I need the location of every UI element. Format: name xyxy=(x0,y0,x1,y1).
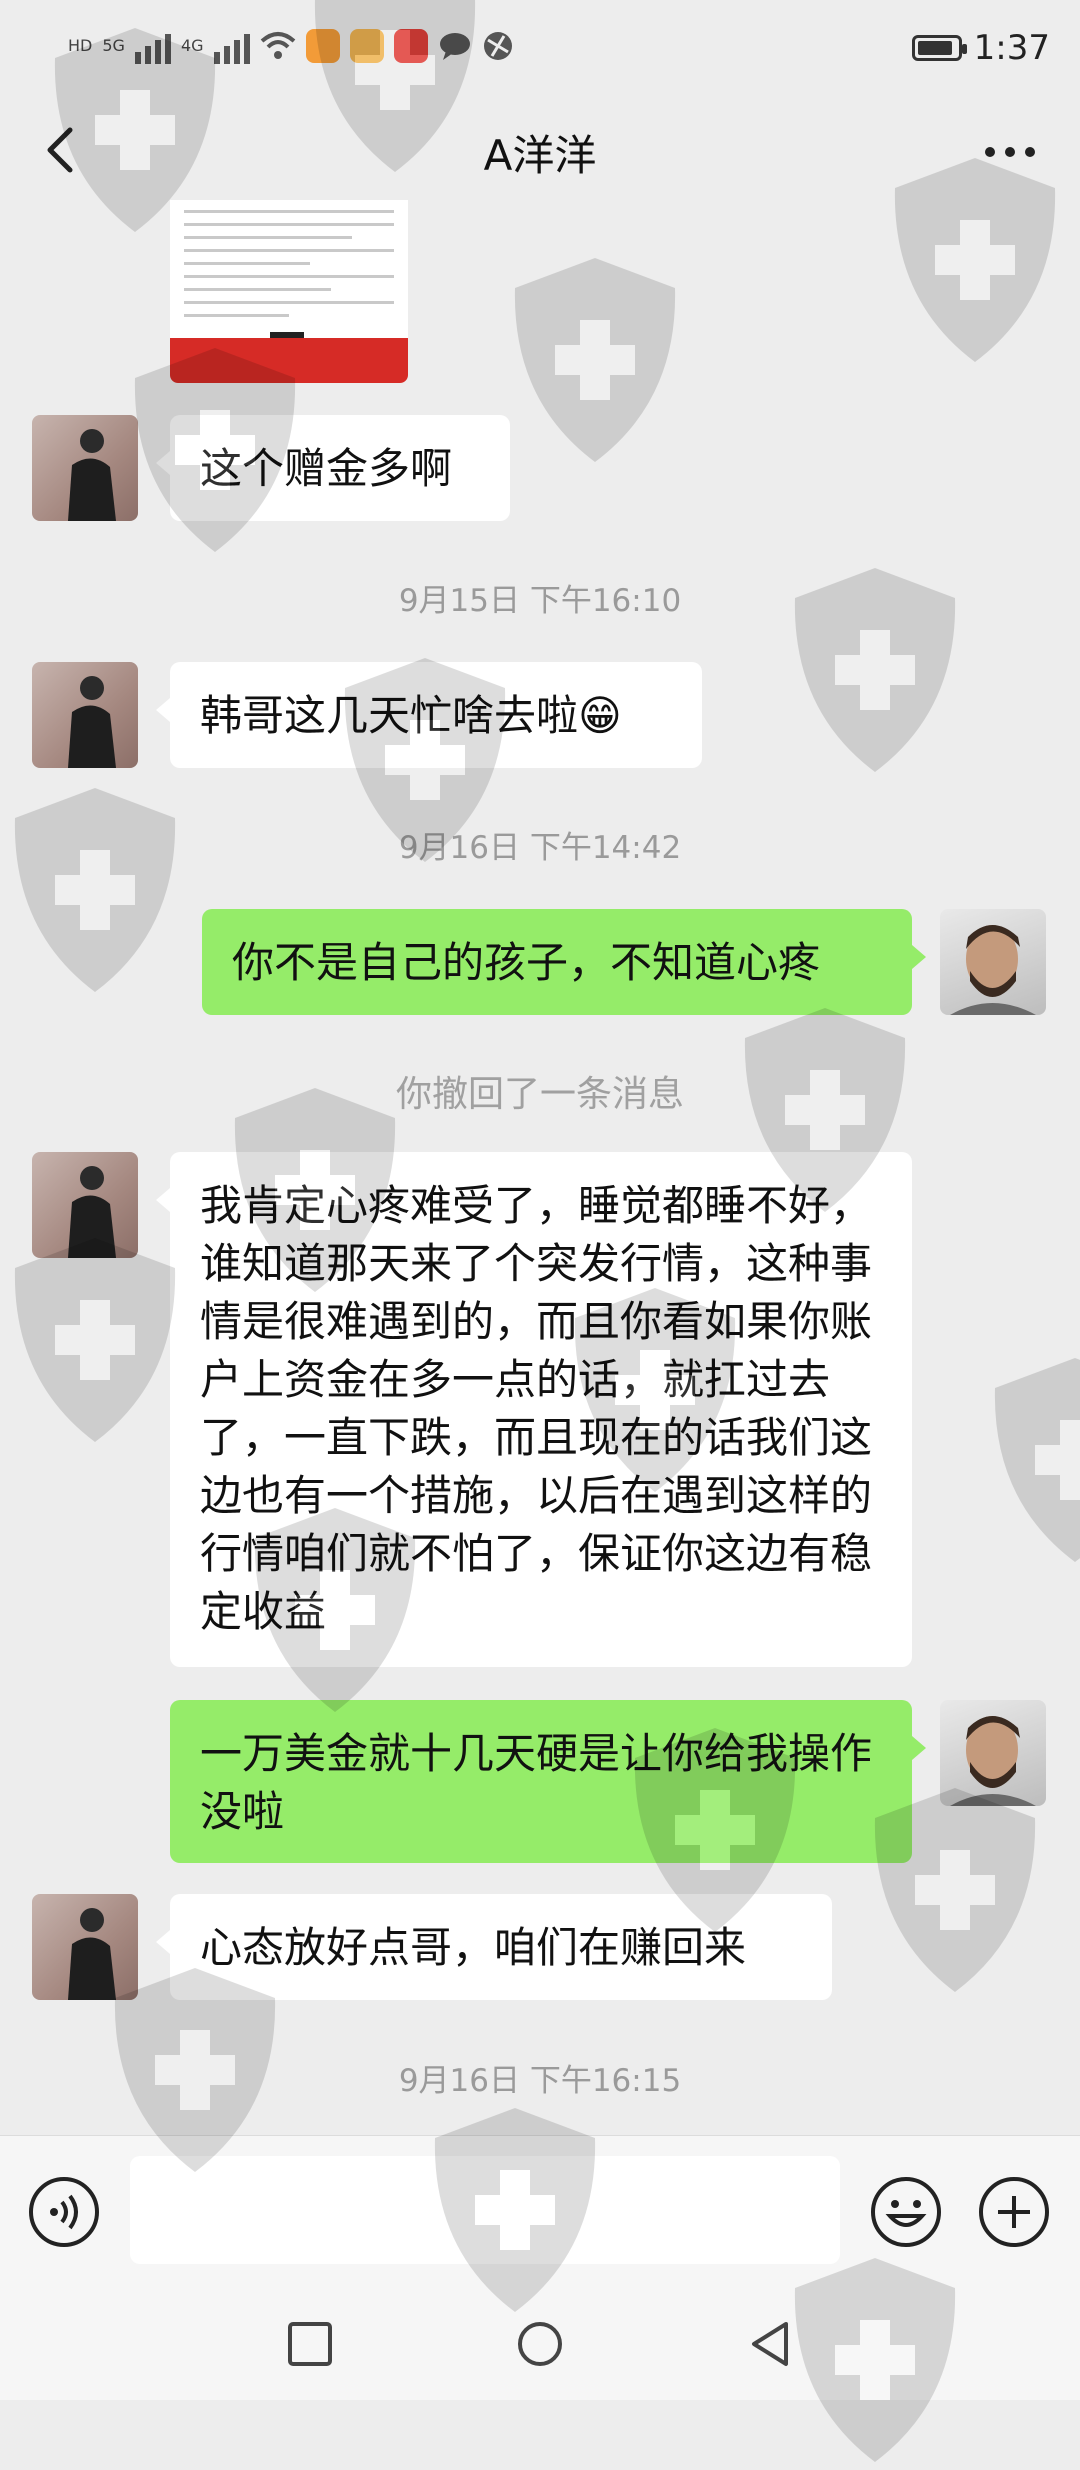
status-icons-right: 1:37 xyxy=(911,28,1050,68)
status-icons-left: HD 5G 4G xyxy=(68,28,514,64)
avatar-self[interactable] xyxy=(940,909,1046,1015)
chat-title: A洋洋 xyxy=(483,131,597,180)
home-circle-icon[interactable] xyxy=(516,2320,564,2368)
more-dots-icon[interactable] xyxy=(980,132,1040,172)
image-message[interactable] xyxy=(170,200,408,383)
clock: 1:37 xyxy=(973,28,1050,68)
app-notification-icon xyxy=(305,29,340,63)
avatar-self[interactable] xyxy=(940,1700,1046,1806)
signal-icon-2 xyxy=(213,28,250,64)
avatar-contact[interactable] xyxy=(32,1152,138,1258)
back-triangle-icon[interactable] xyxy=(746,2320,794,2368)
avatar-contact[interactable] xyxy=(32,1894,138,2000)
recalled-message-notice: 你撤回了一条消息 xyxy=(395,1074,684,1115)
status-bar: HD 5G 4G 1:37 xyxy=(0,0,1080,100)
app-notification-icon xyxy=(349,29,384,63)
message-bubble-incoming[interactable]: 我肯定心疼难受了，睡觉都睡不好，谁知道那天来了个突发行情，这种事情是很难遇到的，… xyxy=(156,1152,912,1667)
timestamp: 9月16日 下午16:15 xyxy=(398,2063,682,2099)
message-list[interactable]: 这个赠金多啊 9月15日 下午16:10 韩哥这几天忙啥去啦😁 9月16日 下午… xyxy=(0,200,1080,2135)
message-bubble-incoming[interactable]: 韩哥这几天忙啥去啦😁 xyxy=(156,662,702,768)
5g-label: 5G xyxy=(102,36,125,55)
battery-level xyxy=(917,41,952,55)
timestamp: 9月16日 下午14:42 xyxy=(398,830,682,866)
chat-bubble-icon xyxy=(439,33,470,60)
app-notification-icon xyxy=(393,29,428,63)
hd-label: HD xyxy=(68,36,93,55)
chat-header: A洋洋 xyxy=(0,100,1080,200)
emoji-icon[interactable] xyxy=(870,2176,942,2248)
message-bubble-incoming[interactable]: 这个赠金多啊 xyxy=(156,415,510,521)
avatar-contact[interactable] xyxy=(32,415,138,521)
voice-icon[interactable] xyxy=(28,2176,100,2248)
recents-square-icon[interactable] xyxy=(286,2320,334,2368)
4g-label: 4G xyxy=(180,36,204,55)
browser-icon xyxy=(483,32,512,60)
battery-icon xyxy=(911,35,967,61)
message-bubble-outgoing[interactable]: 一万美金就十几天硬是让你给我操作没啦 xyxy=(170,1700,926,1863)
signal-icon xyxy=(134,28,171,64)
message-bubble-incoming[interactable]: 心态放好点哥，咱们在赚回来 xyxy=(156,1894,832,2000)
message-input[interactable] xyxy=(130,2156,840,2264)
input-bar xyxy=(0,2135,1080,2291)
system-navigation-bar xyxy=(0,2290,1080,2400)
avatar-contact[interactable] xyxy=(32,662,138,768)
wifi-icon xyxy=(260,32,295,59)
timestamp: 9月15日 下午16:10 xyxy=(398,583,682,619)
plus-icon[interactable] xyxy=(978,2176,1050,2248)
message-bubble-outgoing[interactable]: 你不是自己的孩子，不知道心疼 xyxy=(202,909,926,1015)
